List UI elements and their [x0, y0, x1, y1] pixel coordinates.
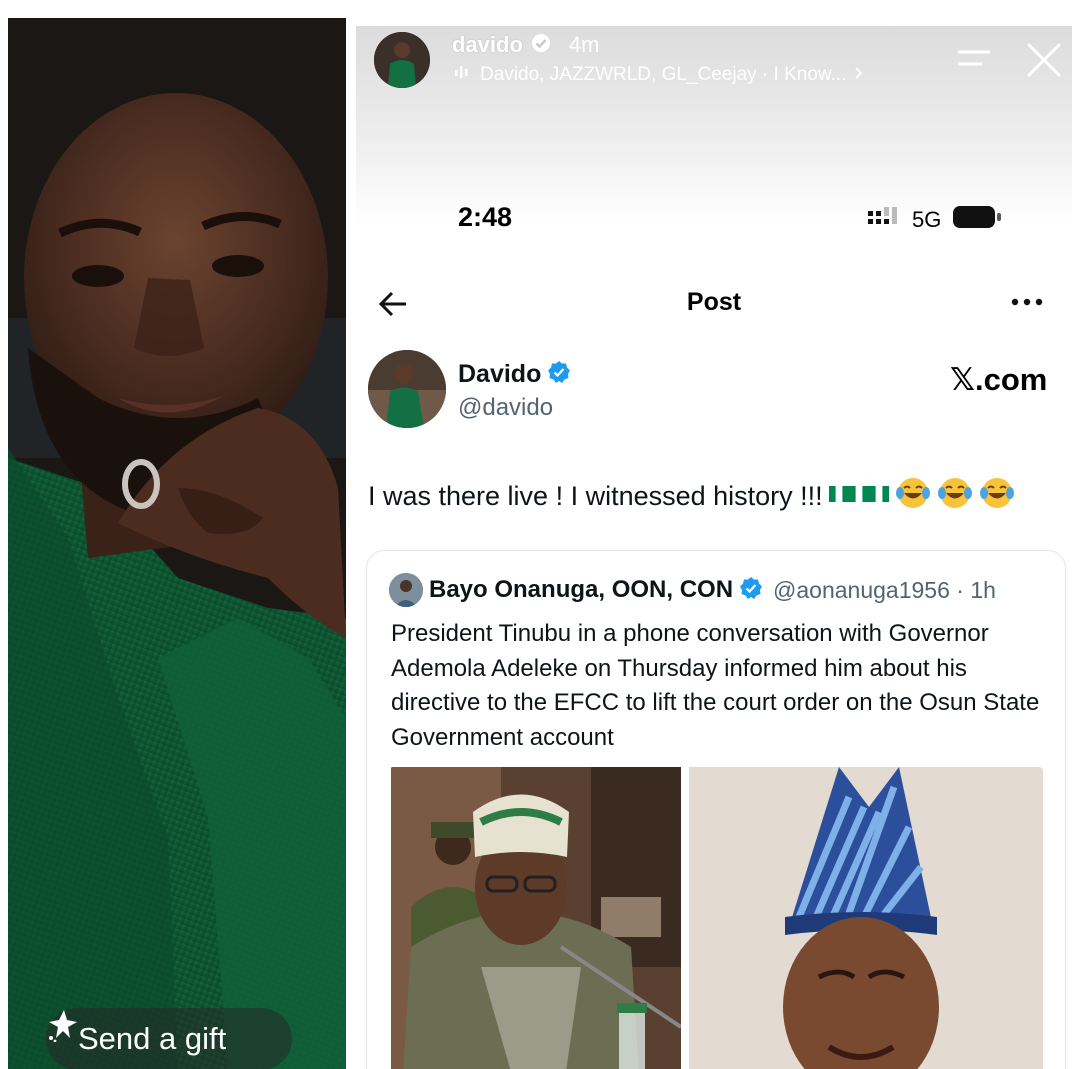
author-name[interactable]: Davido — [458, 360, 541, 389]
status-indicators: 5G — [868, 204, 1003, 235]
post-text-content: I was there live ! I witnessed history !… — [368, 481, 823, 511]
quoted-author-avatar[interactable] — [389, 573, 423, 607]
quoted-author-name[interactable]: Bayo Onanuga, OON, CON — [429, 576, 733, 604]
verified-badge-icon — [547, 360, 571, 389]
laughing-emoji-icon — [895, 476, 931, 517]
story-user-avatar[interactable] — [374, 32, 430, 88]
portrait-illustration — [8, 18, 346, 1069]
send-gift-label: Send a gift — [78, 1021, 227, 1056]
quoted-handle-time: @aonanuga1956 · 1h — [773, 576, 996, 603]
network-type: 5G — [912, 206, 942, 232]
story-user-row[interactable]: davido 4m — [452, 32, 599, 58]
chevron-right-icon — [854, 64, 864, 86]
story-background-photo: Send a gift — [8, 18, 346, 1069]
laughing-emoji-icon — [937, 476, 973, 517]
story-music-label: Davido, JAZZWRLD, GL_Ceejay · I Know... — [480, 64, 847, 85]
status-time: 2:48 — [458, 202, 513, 232]
quoted-image-adeleke[interactable] — [689, 767, 1043, 1069]
story-viewer: davido 4m Davido, JAZZWRLD, GL_Ceejay · … — [356, 26, 1072, 1069]
post-text: I was there live ! I witnessed history !… — [368, 476, 1015, 517]
x-brand-watermark: 𝕏.com — [950, 362, 1048, 397]
verified-badge-icon — [531, 33, 551, 58]
signal-icon — [868, 205, 902, 234]
story-username[interactable]: davido — [452, 32, 523, 58]
audio-bars-icon — [454, 64, 472, 86]
quoted-post-text: President Tinubu in a phone conversation… — [391, 620, 1040, 751]
author-name-row[interactable]: Davido — [458, 360, 571, 389]
story-time-ago: 4m — [568, 32, 600, 57]
more-options-icon[interactable] — [1010, 292, 1044, 312]
quoted-post-header[interactable]: Bayo Onanuga, OON, CON @aonanuga1956 · 1… — [389, 573, 996, 607]
nigeria-flag-icon — [828, 481, 889, 512]
close-icon[interactable] — [1024, 40, 1064, 80]
laughing-emoji-icon — [979, 476, 1015, 517]
verified-badge-icon — [739, 576, 763, 605]
story-music-row[interactable]: Davido, JAZZWRLD, GL_Ceejay · I Know... — [454, 64, 864, 86]
battery-icon — [951, 204, 1003, 235]
author-handle[interactable]: @davido — [458, 394, 553, 422]
send-gift-button[interactable]: Send a gift — [46, 1008, 292, 1069]
page-title: Post — [686, 288, 742, 316]
quoted-image-tinubu[interactable] — [391, 767, 681, 1069]
story-menu-icon[interactable] — [956, 48, 992, 70]
author-avatar[interactable] — [368, 350, 446, 428]
quoted-post-card[interactable]: Bayo Onanuga, OON, CON @aonanuga1956 · 1… — [366, 550, 1066, 1069]
